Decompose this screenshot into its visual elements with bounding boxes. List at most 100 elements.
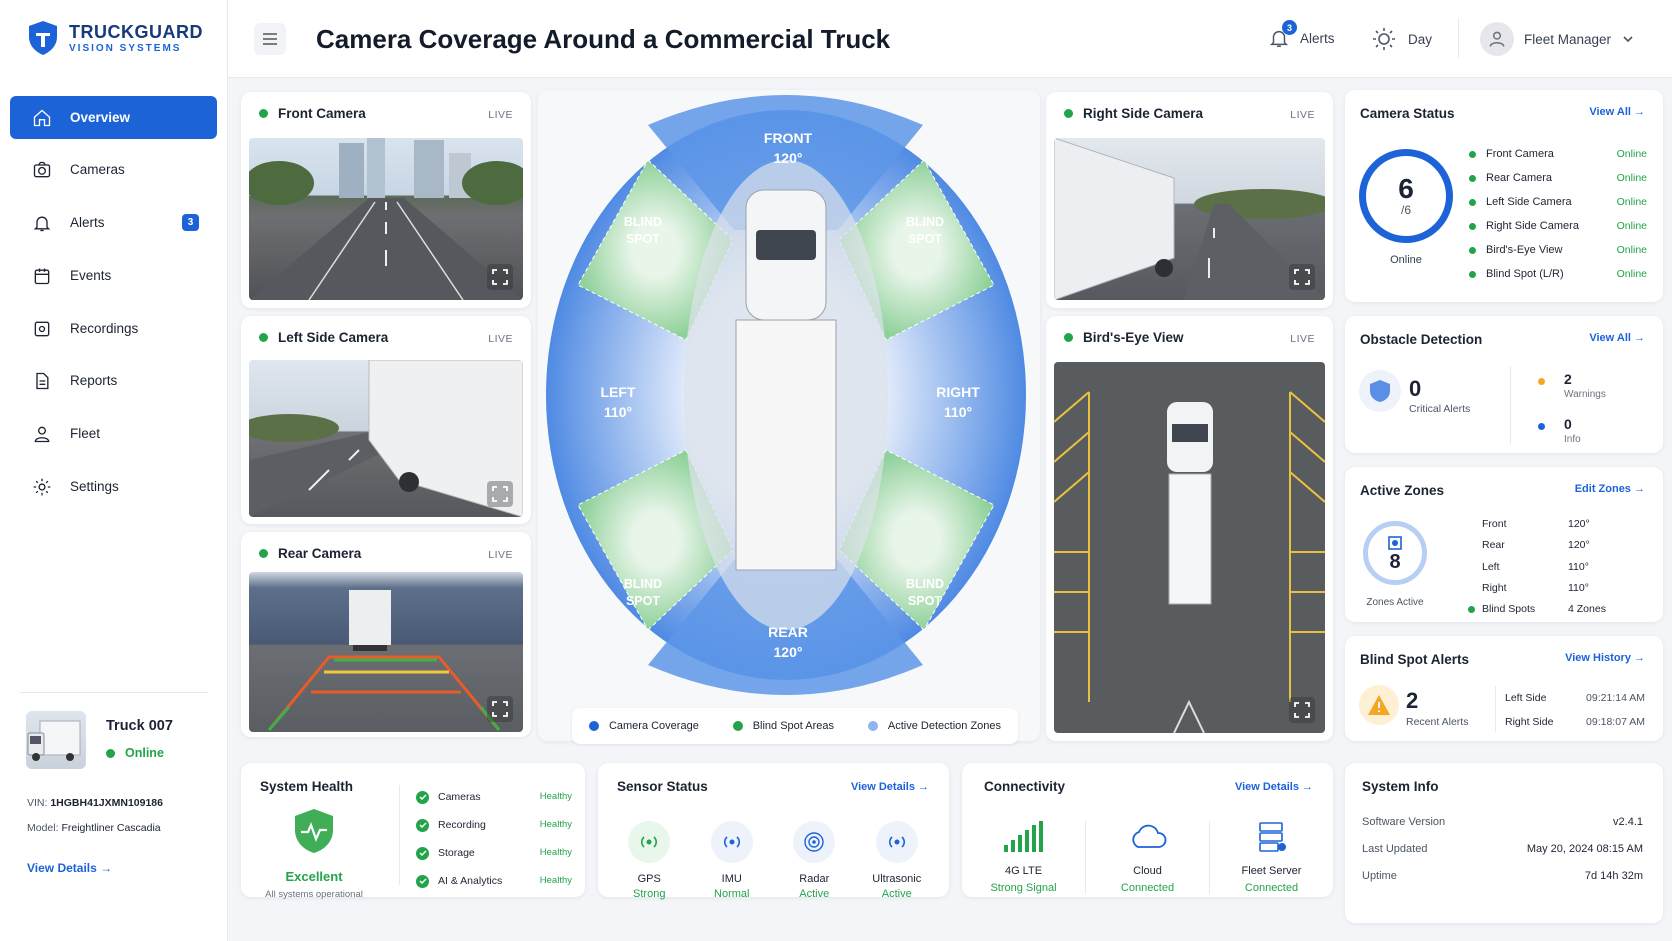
rear-camera-card[interactable]: Rear Camera LIVE: [241, 532, 531, 737]
view-history-link[interactable]: View History →: [1565, 652, 1645, 664]
view-details-link[interactable]: View Details →: [1235, 781, 1313, 793]
arrow-right-icon: →: [918, 781, 929, 793]
legend-swatch: [588, 721, 599, 731]
zone-value: 4 Zones: [1568, 603, 1606, 616]
front-camera-feed[interactable]: [249, 138, 523, 300]
heartbeat-shield-icon: [295, 809, 333, 853]
arrow-right-icon: →: [1634, 483, 1645, 495]
nav-alerts[interactable]: Alerts 3: [10, 201, 217, 244]
live-dot: [259, 333, 268, 342]
zone-value: 120°: [1568, 518, 1590, 530]
nav-label: Events: [70, 268, 112, 283]
hamburger-icon: [263, 33, 277, 45]
blind-spot-alerts-card: Blind Spot Alerts View History → 2 Recen…: [1345, 636, 1663, 741]
nav-reports[interactable]: Reports: [10, 359, 217, 402]
truck-thumbnail: [26, 711, 86, 769]
expand-button[interactable]: [487, 481, 513, 507]
legend-coverage-text: Camera Coverage: [608, 720, 699, 732]
camera-name: Blind Spot (L/R): [1486, 268, 1564, 280]
nav-label: Fleet: [70, 426, 101, 441]
expand-icon: [1294, 269, 1310, 285]
user-menu[interactable]: Fleet Manager: [1480, 22, 1635, 56]
view-all-link[interactable]: View All →: [1589, 106, 1645, 118]
nav-label: Reports: [70, 373, 118, 388]
active-zones-card: Active Zones Edit Zones → 8 Zones Active…: [1345, 467, 1663, 622]
live-label: LIVE: [1290, 333, 1315, 345]
nav-recordings[interactable]: Recordings: [10, 307, 217, 350]
blind-spot-label: BLIND SPOT: [608, 576, 678, 610]
edit-zones-link[interactable]: Edit Zones →: [1575, 483, 1645, 495]
zone-value: 110°: [1568, 560, 1589, 573]
expand-button[interactable]: [1289, 264, 1315, 290]
health-item-name: AI & Analytics: [438, 875, 503, 887]
info-count: 0: [1564, 416, 1572, 432]
bell-icon: [33, 216, 51, 231]
critical-count: 0: [1409, 376, 1422, 401]
imu-signal-icon: [710, 821, 753, 863]
nav-fleet[interactable]: Fleet: [10, 412, 217, 455]
rear-zone-label: REAR 120°: [738, 622, 838, 662]
right-camera-card[interactable]: Right Side Camera LIVE: [1046, 92, 1333, 308]
alerts-button[interactable]: 3 Alerts: [1268, 20, 1335, 50]
left-camera-label: Left Side Camera: [278, 330, 389, 345]
right-camera-feed[interactable]: [1054, 138, 1325, 300]
view-details-link[interactable]: View Details →: [27, 861, 112, 875]
front-label: FRONT: [763, 130, 813, 146]
rear-camera-feed[interactable]: [249, 572, 523, 732]
sidebar: TRUCKGUARD VISION SYSTEMS Overview Camer…: [0, 0, 228, 941]
birds-eye-feed[interactable]: [1054, 362, 1325, 733]
menu-button[interactable]: [254, 23, 286, 55]
sensor-name: Ultrasonic: [872, 873, 922, 885]
alert-row[interactable]: Left Side 09:21:14 AM: [1505, 692, 1645, 704]
zone-value: 120°: [1568, 539, 1590, 552]
health-item-status: Healthy: [539, 791, 572, 802]
left-camera-feed[interactable]: [249, 360, 523, 517]
conn-state: Connected: [1120, 882, 1175, 894]
view-all-link[interactable]: View All →: [1589, 332, 1645, 344]
sensor-gps: GPS Strong: [610, 821, 688, 900]
nav-events[interactable]: Events: [10, 254, 217, 297]
expand-button[interactable]: [487, 264, 513, 290]
divider: [1495, 686, 1496, 732]
view-details-link[interactable]: View Details →: [851, 781, 929, 793]
nav-label: Alerts: [70, 215, 105, 230]
left-camera-card[interactable]: Left Side Camera LIVE: [241, 316, 531, 524]
legend-blind-text: Blind Spot Areas: [752, 720, 835, 732]
sysinfo-title: System Info: [1362, 779, 1439, 794]
warning-badge: [1359, 685, 1399, 725]
blind-spot-label: BLIND SPOT: [608, 214, 678, 248]
live-dot: [259, 549, 268, 558]
user-icon: [1489, 31, 1505, 47]
zone-row: Front 120°: [1468, 514, 1643, 535]
truck-windshield: [756, 230, 816, 260]
zones-list: Front 120° Rear 120° Left 110° Right 110° Bl…: [1468, 514, 1643, 620]
expand-button[interactable]: [1289, 697, 1315, 723]
conn-fleet-server: Fleet Server Connected: [1210, 821, 1333, 894]
right-zone-label: RIGHT 110°: [928, 382, 988, 422]
expand-icon: [1294, 702, 1310, 718]
camera-status-card: Camera Status View All → 6 /6 Online Fro…: [1345, 90, 1663, 302]
sensor-state: Active: [799, 888, 830, 900]
blind-spot-label: BLIND SPOT: [890, 576, 960, 610]
conn-state: Connected: [1244, 882, 1299, 894]
front-camera-card[interactable]: Front Camera LIVE: [241, 92, 531, 308]
avatar: [1480, 22, 1514, 56]
camera-name: Rear Camera: [1486, 172, 1553, 184]
nav-settings[interactable]: Settings: [10, 465, 217, 508]
health-item-name: Cameras: [438, 791, 481, 803]
day-mode-toggle[interactable]: Day: [1372, 27, 1432, 51]
shield-logo-icon: [29, 21, 57, 55]
brand-logo[interactable]: TRUCKGUARD VISION SYSTEMS: [27, 20, 203, 56]
rear-label: REAR: [768, 624, 808, 640]
camera-status-row: Right Side Camera Online: [1469, 216, 1647, 236]
obstacle-title: Obstacle Detection: [1360, 332, 1483, 347]
nav-cameras[interactable]: Cameras: [10, 148, 217, 191]
nav-overview[interactable]: Overview: [10, 96, 217, 139]
expand-button[interactable]: [487, 696, 513, 722]
truck-vin: VIN: 1HGBH41JXMN109186: [27, 797, 163, 809]
conn-lte: 4G LTE Strong Signal: [962, 821, 1086, 894]
arrow-right-icon: →: [1302, 781, 1313, 793]
arrow-right-icon: →: [1634, 652, 1645, 664]
birds-eye-card[interactable]: Bird's-Eye View LIVE: [1046, 316, 1333, 741]
alert-row[interactable]: Right Side 09:18:07 AM: [1505, 716, 1645, 728]
